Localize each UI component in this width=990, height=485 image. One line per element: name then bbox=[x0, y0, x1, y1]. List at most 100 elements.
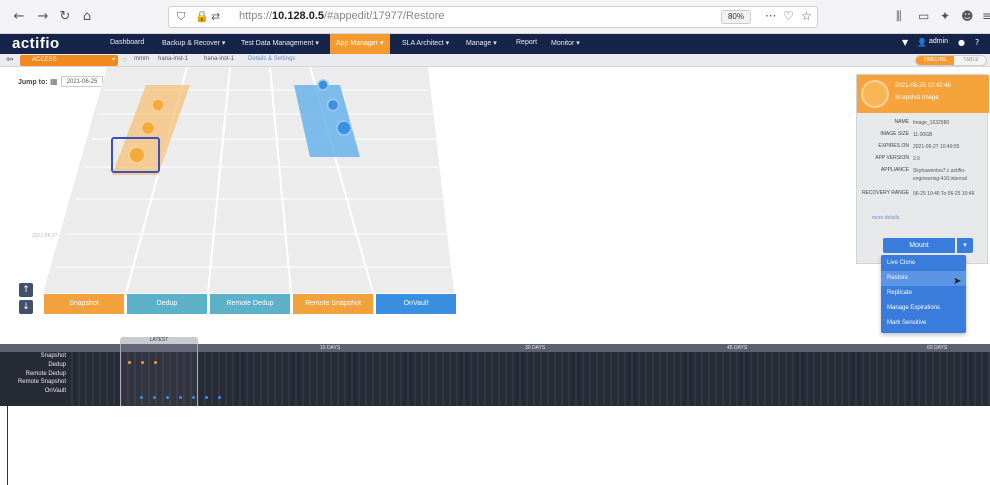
timeline-label-remote-dedup: Remote Dedup bbox=[25, 371, 66, 377]
mount-button[interactable]: Mount bbox=[883, 238, 955, 253]
detail-value: 2.0 bbox=[913, 156, 920, 162]
status-circle-icon: ○ bbox=[122, 55, 127, 64]
menu-test-data-management[interactable]: Test Data Management ▾ bbox=[241, 39, 319, 47]
timeline-window-selector[interactable] bbox=[120, 344, 198, 406]
account-icon[interactable]: ☻ bbox=[961, 9, 974, 23]
back-icon[interactable]: ← bbox=[10, 8, 28, 26]
sidebar-icon[interactable]: ▭ bbox=[918, 9, 929, 23]
timeline-image-dot[interactable] bbox=[192, 396, 195, 399]
menu-manage[interactable]: Manage ▾ bbox=[466, 39, 497, 47]
library-icon[interactable]: ⫼ bbox=[896, 9, 902, 24]
more-details-link[interactable]: more details bbox=[872, 215, 899, 221]
help-icon[interactable]: ? bbox=[975, 38, 979, 47]
timeline-image-dot[interactable] bbox=[128, 361, 131, 364]
onvault-pin[interactable] bbox=[317, 79, 329, 91]
details-settings-link[interactable]: Details & Settings bbox=[248, 56, 295, 62]
timeline-image-dot[interactable] bbox=[153, 396, 156, 399]
timeline-tick: 45 DAYS bbox=[727, 345, 748, 351]
menu-report[interactable]: Report bbox=[516, 39, 537, 46]
detail-key: RECOVERY RANGE bbox=[861, 190, 909, 196]
filter-icon[interactable]: ▼ bbox=[902, 38, 908, 47]
column-remote-snapshot-label: Remote Snapshot bbox=[304, 300, 362, 307]
timeline-image-dot[interactable] bbox=[154, 361, 157, 364]
timeline-image-dot[interactable] bbox=[166, 396, 169, 399]
app-selector-label: ACCESS bbox=[32, 57, 57, 63]
menu-item-manage-expirations[interactable]: Manage Expirations bbox=[881, 301, 966, 316]
menu-item-mark-sensitive[interactable]: Mark Sensitive bbox=[881, 316, 966, 331]
menu-sla-architect[interactable]: SLA Architect ▾ bbox=[402, 39, 449, 47]
column-remote-snapshot[interactable]: Remote Snapshot bbox=[293, 294, 373, 314]
detail-key: EXPIRES ON bbox=[878, 143, 909, 149]
timeline-toggle[interactable]: TIMELINE bbox=[916, 56, 954, 65]
mount-dropdown-menu: Live Clone Restore Replicate Manage Expi… bbox=[881, 255, 966, 333]
snapshot-pin-selected[interactable] bbox=[128, 146, 146, 164]
view-toggle[interactable]: TIMELINE TABLE bbox=[915, 55, 987, 66]
bookmark-star-icon[interactable]: ☆ bbox=[801, 9, 812, 23]
menu-backup-recover[interactable]: Backup & Recover ▾ bbox=[162, 39, 225, 47]
scroll-down-icon[interactable]: ↓ bbox=[19, 300, 33, 314]
timeline-tick: 15 DAYS bbox=[320, 345, 341, 351]
onvault-pin[interactable] bbox=[336, 120, 352, 136]
column-onvault[interactable]: OnVault bbox=[376, 294, 456, 314]
detail-timestamp: 2021-06-25 10:43:46 bbox=[895, 83, 951, 89]
column-remote-dedup[interactable]: Remote Dedup bbox=[210, 294, 290, 314]
timeline-label-onvault: OnVault bbox=[44, 388, 66, 394]
reload-icon[interactable]: ↻ bbox=[56, 8, 74, 26]
url-text[interactable]: https://10.128.0.5/#appedit/17977/Restor… bbox=[239, 10, 445, 22]
timeline-image-dot[interactable] bbox=[140, 396, 143, 399]
timeline-window-label[interactable]: LATEST bbox=[120, 337, 198, 344]
zoom-level[interactable]: 80% bbox=[721, 10, 751, 24]
column-snapshot-label: Snapshot bbox=[69, 300, 99, 307]
detail-value: Skyhawentos7.c.actifio-engineering-410.i… bbox=[913, 168, 967, 182]
detail-type: Snapshot Image bbox=[895, 95, 939, 101]
app-selector[interactable]: ACCESS ▾ bbox=[20, 55, 118, 66]
onvault-pin[interactable] bbox=[326, 98, 340, 112]
user-name[interactable]: admin bbox=[929, 38, 948, 45]
menu-dashboard[interactable]: Dashboard bbox=[110, 39, 144, 46]
timeline-image-dot[interactable] bbox=[218, 396, 221, 399]
menu-item-live-clone[interactable]: Live Clone bbox=[881, 256, 966, 271]
timeline-label-remote-snapshot: Remote Snapshot bbox=[17, 379, 66, 385]
grid-floor bbox=[43, 67, 454, 293]
extension-icon[interactable]: ✦ bbox=[940, 9, 950, 23]
permissions-icon[interactable]: ⇄ bbox=[211, 10, 220, 23]
browser-toolbar: ← → ↻ ⌂ ⛉ 🔒 ⇄ https://10.128.0.5/#appedi… bbox=[0, 0, 990, 34]
pocket-icon[interactable]: ♡ bbox=[783, 9, 794, 23]
snapshot-pin[interactable] bbox=[140, 120, 156, 136]
snapshot-grid: 2021-06-27 bbox=[32, 67, 454, 294]
detail-header: 2021-06-25 10:43:46 Snapshot Image bbox=[857, 75, 989, 113]
timeline-image-dot[interactable] bbox=[179, 396, 182, 399]
menu-icon[interactable]: ≡ bbox=[982, 9, 990, 23]
column-snapshot[interactable]: Snapshot bbox=[44, 294, 124, 314]
mount-dropdown-toggle[interactable]: ▾ bbox=[957, 238, 973, 253]
crumb-hana-2[interactable]: hana-inst-1 bbox=[204, 56, 234, 62]
menu-item-replicate[interactable]: Replicate bbox=[881, 286, 966, 301]
address-bar[interactable]: ⛉ 🔒 ⇄ https://10.128.0.5/#appedit/17977/… bbox=[168, 6, 818, 28]
timeline-image-dot[interactable] bbox=[205, 396, 208, 399]
app-navbar: actifio Dashboard Backup & Recover ▾ Tes… bbox=[0, 34, 990, 54]
app-subbar: ⇦ ACCESS ▾ ○ mmm hana-inst-1 hana-inst-1… bbox=[0, 54, 990, 67]
menu-monitor[interactable]: Monitor ▾ bbox=[551, 39, 580, 47]
menu-app-manager[interactable]: App Manager ▾ bbox=[330, 34, 390, 54]
bell-icon[interactable]: ● bbox=[958, 38, 965, 47]
snapshot-image-icon bbox=[861, 80, 889, 108]
crumb-hana-1[interactable]: hana-inst-1 bbox=[158, 56, 188, 62]
chevron-down-icon: ▾ bbox=[111, 57, 115, 63]
table-toggle[interactable]: TABLE bbox=[954, 56, 986, 65]
timeline-image-dot[interactable] bbox=[141, 361, 144, 364]
forward-icon[interactable]: → bbox=[34, 8, 52, 26]
timeline-label-dedup: Dedup bbox=[48, 362, 66, 368]
crumb-mmm[interactable]: mmm bbox=[134, 56, 149, 62]
more-actions-icon[interactable]: ··· bbox=[765, 9, 776, 23]
timeline-strip[interactable]: 15 DAYS 30 DAYS 45 DAYS 60 DAYS LATEST S… bbox=[0, 337, 990, 406]
lock-warning-icon[interactable]: 🔒 bbox=[195, 10, 209, 23]
detail-value: Image_1632980 bbox=[913, 120, 950, 126]
home-icon[interactable]: ⌂ bbox=[78, 8, 96, 26]
back-arrow-icon[interactable]: ⇦ bbox=[6, 54, 14, 65]
column-dedup[interactable]: Dedup bbox=[127, 294, 207, 314]
grid-date-label: 2021-06-27 bbox=[32, 233, 58, 239]
snapshot-pin[interactable] bbox=[151, 98, 165, 112]
actifio-logo[interactable]: actifio bbox=[12, 35, 60, 52]
column-onvault-label: OnVault bbox=[403, 300, 429, 307]
scroll-up-icon[interactable]: ↑ bbox=[19, 283, 33, 297]
